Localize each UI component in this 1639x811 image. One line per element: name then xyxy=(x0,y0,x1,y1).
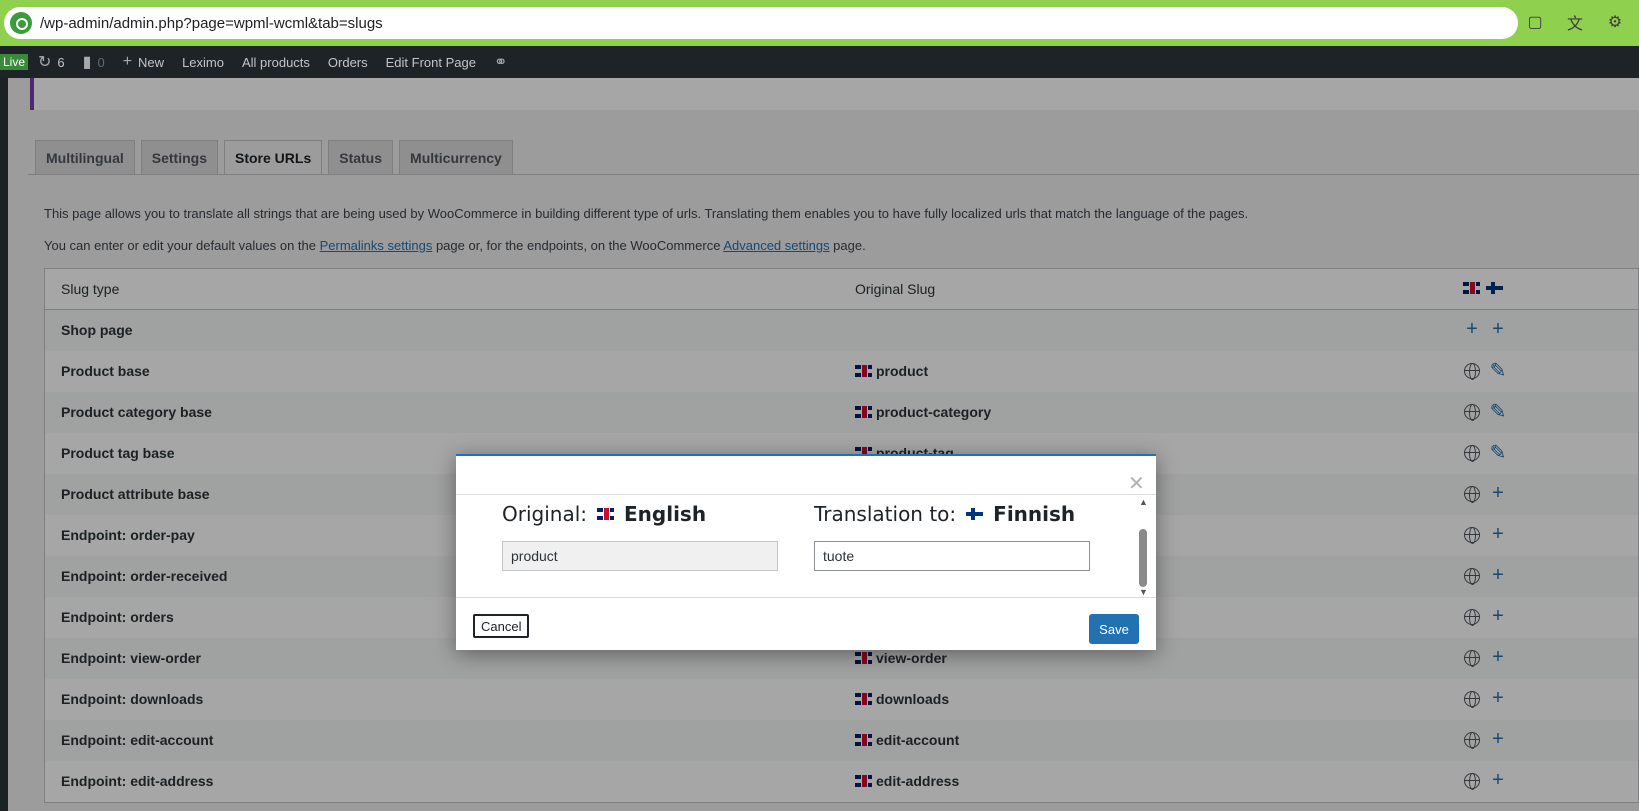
site-name-link[interactable]: Leximo xyxy=(182,55,224,70)
live-badge[interactable]: Live xyxy=(0,54,29,70)
scroll-up-icon[interactable]: ▲ xyxy=(1139,497,1148,507)
site-info-icon[interactable] xyxy=(10,12,32,34)
original-heading: Original: English xyxy=(502,499,778,529)
translation-column: Translation to: Finnish tuote xyxy=(814,499,1090,571)
comments-icon: ▮ xyxy=(82,54,92,71)
url-text[interactable]: /wp-admin/admin.php?page=wpml-wcml&tab=s… xyxy=(40,15,383,32)
fi-flag-icon xyxy=(966,508,984,520)
scroll-thumb[interactable] xyxy=(1139,529,1147,587)
updates-item[interactable]: ↻ 6 xyxy=(38,52,65,72)
save-button[interactable]: Save xyxy=(1089,614,1139,644)
original-slug-field: product xyxy=(502,541,778,571)
translation-heading: Translation to: Finnish xyxy=(814,499,1090,529)
comments-item[interactable]: ▮ 0 xyxy=(83,52,105,72)
extensions-icon[interactable]: ⚙ xyxy=(1603,10,1627,34)
uk-flag-icon xyxy=(597,508,614,520)
translation-slug-input[interactable]: tuote xyxy=(814,541,1090,571)
address-bar[interactable]: /wp-admin/admin.php?page=wpml-wcml&tab=s… xyxy=(4,7,1518,39)
updates-count: 6 xyxy=(57,54,65,70)
dialog-scrollbar[interactable]: ▲ ▼ xyxy=(1138,495,1148,599)
updates-icon: ↻ xyxy=(38,54,52,71)
all-products-link[interactable]: All products xyxy=(242,55,310,70)
translate-icon[interactable]: 文 xyxy=(1563,10,1587,34)
scroll-down-icon[interactable]: ▼ xyxy=(1139,587,1148,597)
translation-label: Translation to: xyxy=(814,502,957,526)
translation-language: Finnish xyxy=(993,502,1076,526)
translation-dialog: ✕ Original: English product Translation … xyxy=(456,454,1156,650)
original-language: English xyxy=(624,502,707,526)
comments-count: 0 xyxy=(97,54,105,70)
modal-overlay[interactable] xyxy=(0,78,1639,811)
browser-toolbar: /wp-admin/admin.php?page=wpml-wcml&tab=s… xyxy=(0,0,1639,46)
edit-front-page-link[interactable]: Edit Front Page xyxy=(386,55,476,70)
original-label: Original: xyxy=(502,502,587,526)
orders-link[interactable]: Orders xyxy=(328,55,368,70)
close-icon[interactable]: ✕ xyxy=(1128,474,1145,494)
dialog-body: Original: English product Translation to… xyxy=(456,494,1156,598)
new-label: New xyxy=(138,54,165,70)
cancel-button[interactable]: Cancel xyxy=(473,614,530,638)
new-item[interactable]: + New xyxy=(123,53,164,71)
bookmark-icon[interactable]: ▢ xyxy=(1523,10,1547,34)
wpml-icon[interactable]: ⚭ xyxy=(494,52,507,72)
plus-icon: + xyxy=(122,53,133,70)
browser-actions: ▢ 文 ⚙ xyxy=(1523,10,1639,34)
original-column: Original: English product xyxy=(502,499,778,571)
wp-admin-bar: Live ↻ 6 ▮ 0 + New Leximo All products O… xyxy=(0,46,1639,78)
